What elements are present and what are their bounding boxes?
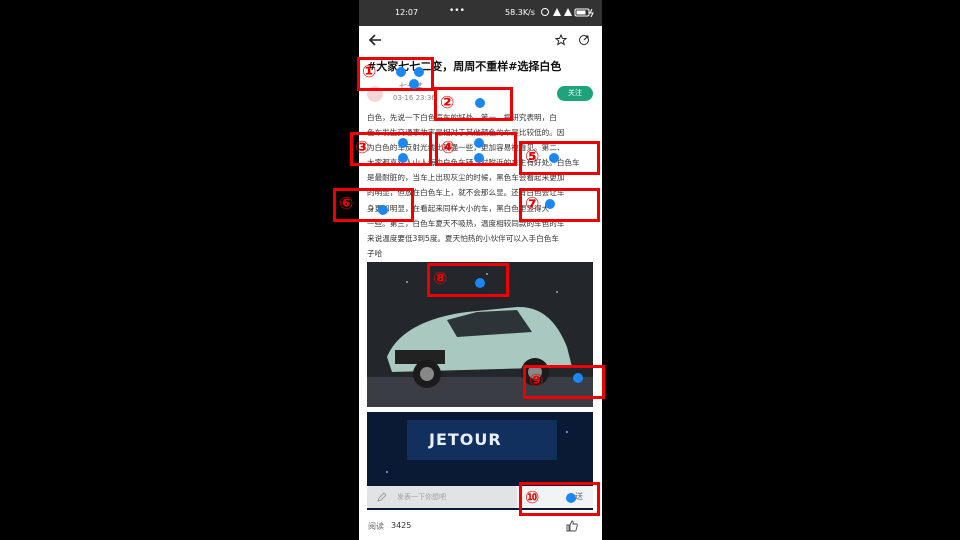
star-icon[interactable] [555, 34, 567, 46]
top-bar [359, 26, 602, 54]
marker-dot [474, 153, 484, 163]
marker-dot [573, 373, 583, 383]
comment-input[interactable]: 发表一下你想吧 [367, 486, 517, 508]
marker-dot [409, 79, 419, 89]
marker-dot [378, 205, 388, 215]
like-icon[interactable] [566, 520, 578, 532]
paragraph-line: 来说温度要低3到5度。夏天怕热的小伙伴可以入手白色车 [367, 233, 559, 243]
marker-dot [414, 67, 424, 77]
annotation-label-3: ③ [355, 138, 370, 158]
follow-button[interactable]: 关注 [557, 86, 593, 101]
footer-bar: 阅读 3425 [359, 514, 602, 540]
annotation-label-10: ⑩ [525, 488, 540, 508]
annotation-label-8: ⑧ [433, 269, 448, 289]
marker-dot [396, 67, 406, 77]
marker-dot [475, 98, 485, 108]
comment-placeholder: 发表一下你想吧 [397, 493, 446, 501]
status-icons [541, 7, 595, 19]
network-speed: 58.3K/s [505, 8, 535, 17]
annotation-label-5: ⑤ [525, 147, 540, 167]
share-icon[interactable] [578, 34, 590, 46]
marker-dot [398, 138, 408, 148]
annotation-label-2: ② [440, 93, 455, 113]
pencil-icon [377, 492, 387, 502]
marker-dot [474, 138, 484, 148]
battery-icon [541, 8, 594, 18]
status-time: 12:07 [395, 8, 419, 17]
marker-dot [566, 493, 576, 503]
reads-count: 3425 [391, 521, 412, 530]
post-date: 03-16 23:36 [393, 94, 436, 102]
annotation-label-7: ⑦ [525, 194, 540, 214]
annotation-label-9: ⑨ [529, 371, 544, 391]
marker-dot [475, 278, 485, 288]
annotation-label-4: ④ [441, 138, 456, 158]
status-more-icons: ••• [449, 6, 465, 16]
jetour-logo: JETOUR [429, 430, 502, 449]
annotation-label-6: ⑥ [339, 194, 354, 214]
paragraph-line: 子哈 [367, 248, 383, 258]
marker-dot [398, 153, 408, 163]
back-arrow-icon[interactable] [368, 33, 382, 47]
marker-dot [549, 153, 559, 163]
reads-label: 阅读 [368, 522, 384, 531]
annotation-label-1: ① [362, 62, 377, 82]
marker-dot [545, 199, 555, 209]
status-bar: 12:07 ••• 58.3K/s [359, 0, 602, 26]
